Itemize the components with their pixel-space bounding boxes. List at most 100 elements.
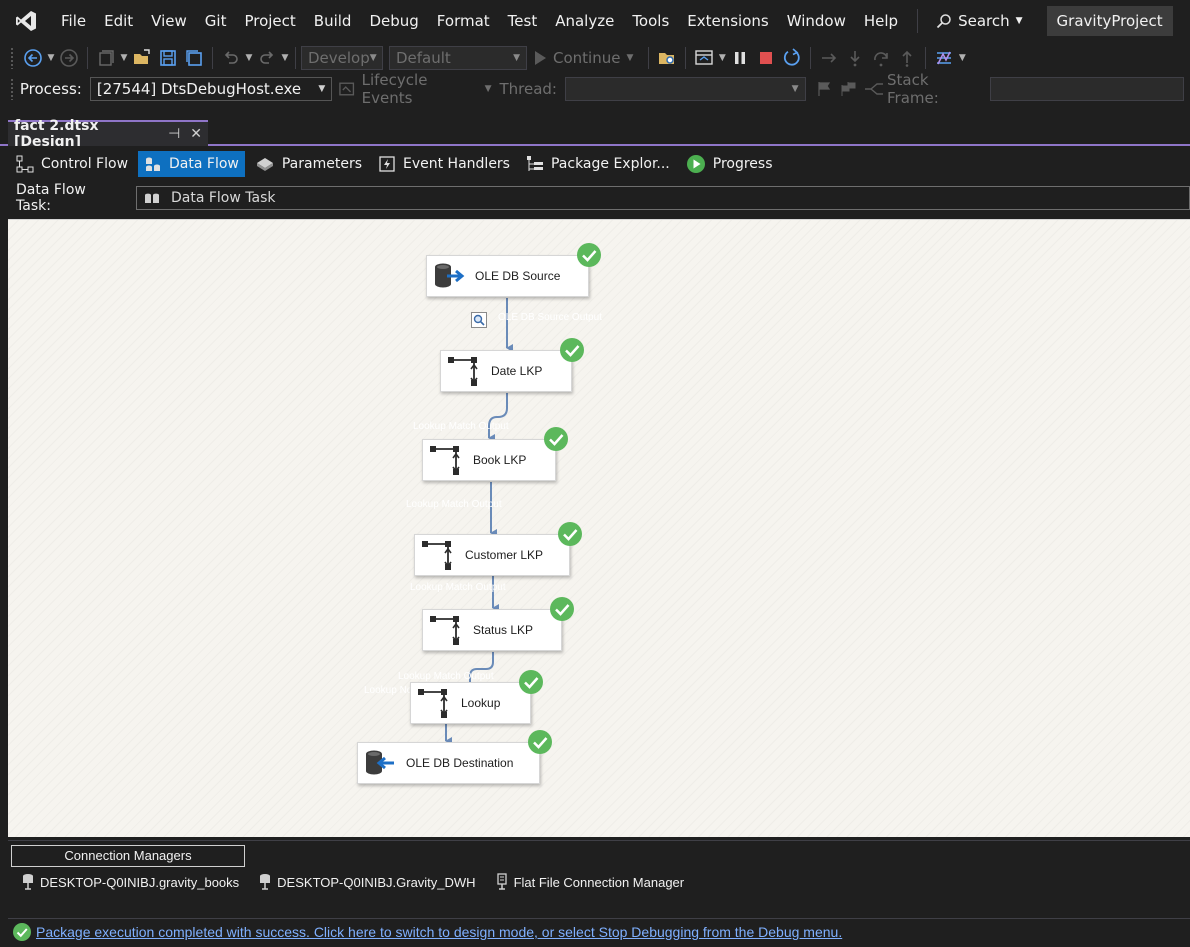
solution-platform-select[interactable]: Default ▼	[389, 46, 527, 70]
tab-control-flow[interactable]: Control Flow	[10, 151, 134, 177]
open-file-button[interactable]	[129, 45, 155, 71]
component-customer-lkp[interactable]: Customer LKP	[414, 522, 582, 576]
menu-format[interactable]: Format	[428, 6, 499, 36]
navigate-back-button[interactable]	[20, 45, 46, 71]
switch-to-design-mode-link[interactable]: Package execution completed with success…	[36, 924, 842, 940]
connection-manager-item[interactable]: DESKTOP-Q0INIBJ.gravity_books	[22, 873, 239, 891]
restart-icon	[784, 48, 801, 66]
show-next-statement-button[interactable]	[816, 45, 842, 71]
path-label-customer: Lookup Match Output	[410, 582, 506, 593]
tab-event-handlers[interactable]: Event Handlers	[372, 151, 516, 177]
restart-button[interactable]	[779, 45, 805, 71]
step-over-button[interactable]	[868, 45, 894, 71]
toggle-flag-button[interactable]	[812, 76, 837, 102]
navigate-forward-button[interactable]	[56, 45, 82, 71]
step-over-icon	[874, 52, 889, 67]
save-button[interactable]	[155, 45, 181, 71]
ole-db-source-icon	[435, 263, 465, 288]
menu-project[interactable]: Project	[235, 6, 304, 36]
thread-fork-icon	[865, 83, 884, 95]
chevron-down-icon[interactable]: ▼	[46, 45, 56, 71]
solution-platform-value: Default	[396, 49, 451, 67]
solution-configuration-select[interactable]: Develop ▼	[301, 46, 383, 70]
chevron-down-icon: ▼	[626, 53, 634, 63]
toolbar-grip[interactable]	[10, 47, 14, 69]
path-label-book: Lookup Match Output	[406, 499, 502, 510]
redo-button[interactable]	[254, 45, 280, 71]
lookup-transform-icon	[430, 616, 460, 645]
menu-debug[interactable]: Debug	[360, 6, 427, 36]
continue-button[interactable]: Continue ▼	[533, 49, 633, 67]
data-viewer-icon[interactable]	[471, 312, 487, 328]
menu-analyze[interactable]: Analyze	[546, 6, 623, 36]
chevron-down-icon[interactable]: ▼	[119, 45, 129, 71]
visual-studio-logo-icon[interactable]	[0, 0, 52, 42]
menu-git[interactable]: Git	[196, 6, 236, 36]
close-icon[interactable]: ✕	[190, 126, 202, 142]
menu-edit[interactable]: Edit	[95, 6, 142, 36]
tab-progress[interactable]: Progress	[680, 151, 779, 177]
parameters-icon	[256, 158, 273, 171]
menu-tools[interactable]: Tools	[623, 6, 678, 36]
redo-icon	[260, 51, 274, 64]
toolbar-separator	[295, 47, 296, 69]
chevron-down-icon: ▼	[513, 53, 520, 63]
menu-test[interactable]: Test	[499, 6, 547, 36]
browser-link-button[interactable]	[691, 45, 717, 71]
ole-db-destination-icon	[366, 750, 394, 775]
undo-button[interactable]	[218, 45, 244, 71]
chevron-down-icon[interactable]: ▼	[280, 45, 290, 71]
step-into-button[interactable]	[842, 45, 868, 71]
component-lookup[interactable]: Lookup	[410, 670, 543, 724]
toolbar-overflow-icon[interactable]: ▼	[957, 45, 967, 71]
lifecycle-events-button[interactable]: Lifecycle Events ▼	[338, 71, 491, 107]
connection-manager-item[interactable]: DESKTOP-Q0INIBJ.Gravity_DWH	[259, 873, 476, 891]
step-out-button[interactable]	[894, 45, 920, 71]
break-all-button[interactable]	[727, 45, 753, 71]
solution-configuration-value: Develop	[308, 49, 370, 67]
process-select[interactable]: [27544] DtsDebugHost.exe ▼	[89, 77, 333, 101]
component-book-lkp[interactable]: Book LKP	[422, 427, 568, 481]
data-flow-task-value: Data Flow Task	[170, 190, 276, 206]
menu-extensions[interactable]: Extensions	[678, 6, 777, 36]
menu-window[interactable]: Window	[778, 6, 855, 36]
document-tab[interactable]: fact 2.dtsx [Design] ⊣ ✕	[8, 118, 208, 150]
menu-build[interactable]: Build	[305, 6, 361, 36]
save-all-button[interactable]	[181, 45, 207, 71]
event-handlers-icon	[379, 156, 395, 172]
tab-parameters[interactable]: Parameters	[249, 151, 368, 177]
db-connection-icon	[260, 874, 271, 890]
tab-package-explorer[interactable]: Package Explor...	[520, 151, 676, 177]
flag-threads-button[interactable]	[837, 76, 862, 102]
toolbar-grip[interactable]	[10, 78, 14, 100]
component-status-lkp[interactable]: Status LKP	[422, 597, 574, 651]
tab-label: Parameters	[281, 156, 362, 172]
thread-select[interactable]: ▼	[565, 77, 806, 101]
component-ole-db-source[interactable]: OLE DB Source	[426, 243, 601, 297]
data-flow-task-select[interactable]: Data Flow Task	[135, 186, 1190, 210]
stack-frame-select[interactable]	[989, 77, 1185, 101]
component-ole-db-destination[interactable]: OLE DB Destination	[357, 730, 552, 784]
diagnostic-tools-button[interactable]	[931, 45, 957, 71]
pin-icon[interactable]: ⊣	[168, 126, 180, 142]
component-label: Lookup	[461, 696, 501, 710]
menu-help[interactable]: Help	[855, 6, 907, 36]
new-project-button[interactable]	[93, 45, 119, 71]
project-name-badge[interactable]: GravityProject	[1046, 6, 1173, 36]
menu-file[interactable]: File	[52, 6, 95, 36]
success-check-icon	[560, 338, 584, 362]
open-folder-button[interactable]	[654, 45, 680, 71]
chevron-down-icon[interactable]: ▼	[717, 45, 727, 71]
component-date-lkp[interactable]: Date LKP	[440, 338, 584, 392]
menu-view[interactable]: View	[142, 6, 196, 36]
toolbar-separator	[212, 47, 213, 69]
search-button[interactable]: Search ▼	[928, 6, 1030, 36]
show-threads-in-source-button[interactable]	[862, 76, 887, 102]
stop-debugging-button[interactable]	[753, 45, 779, 71]
chevron-down-icon[interactable]: ▼	[244, 45, 254, 71]
connection-manager-item[interactable]: Flat File Connection Manager	[496, 873, 684, 891]
lifecycle-events-icon	[339, 82, 355, 96]
data-flow-design-surface[interactable]: OLE DB Source Output Lookup Match Output…	[8, 219, 1190, 837]
connection-managers-tab[interactable]: Connection Managers	[11, 845, 245, 867]
tab-data-flow[interactable]: Data Flow	[138, 151, 245, 177]
